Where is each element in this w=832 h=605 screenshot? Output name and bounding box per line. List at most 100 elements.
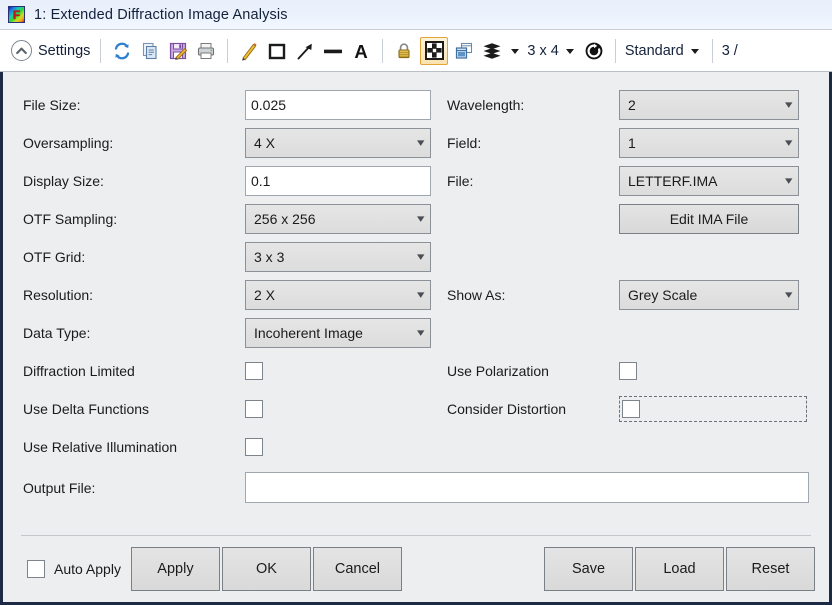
row-data-type: Data Type: Incoherent Image ▾ — [23, 314, 447, 352]
reload-circle-icon[interactable] — [581, 37, 607, 65]
row-use-polarization: Use Polarization — [447, 352, 813, 390]
chevron-up-circle-icon — [11, 40, 32, 61]
row-otf-sampling: OTF Sampling: 256 x 256 ▾ — [23, 200, 447, 238]
cascade-windows-icon[interactable] — [451, 37, 477, 65]
right-column: Wavelength: 2 ▾ Field: 1 ▾ — [447, 86, 813, 428]
label-display-size: Display Size: — [23, 173, 245, 189]
label-consider-distortion: Consider Distortion — [447, 401, 619, 417]
data-type-select[interactable]: Incoherent Image ▾ — [245, 318, 431, 348]
chevron-down-icon: ▾ — [786, 176, 793, 187]
label-oversampling: Oversampling: — [23, 135, 245, 151]
resolution-select[interactable]: 2 X ▾ — [245, 280, 431, 310]
extended-diffraction-image-analysis-window: F 1: Extended Diffraction Image Analysis… — [0, 0, 832, 605]
row-right-spacer — [447, 238, 813, 276]
otf-grid-value: 3 x 3 — [254, 250, 284, 264]
settings-label: Settings — [38, 43, 90, 59]
use-polarization-checkbox[interactable] — [619, 362, 637, 380]
line-icon[interactable] — [320, 37, 346, 65]
label-field: Field: — [447, 135, 619, 151]
dialog-footer: Auto Apply Apply OK Cancel Save Load Res… — [3, 536, 829, 602]
settings-form: File Size: 0.025 Oversampling: 4 X ▾ Dis… — [3, 72, 829, 535]
chevron-down-icon: ▾ — [418, 214, 425, 225]
consider-distortion-focus-outline — [619, 396, 807, 422]
file-select[interactable]: LETTERF.IMA ▾ — [619, 166, 799, 196]
print-icon[interactable] — [193, 37, 219, 65]
row-field: Field: 1 ▾ — [447, 124, 813, 162]
auto-apply-checkbox[interactable] — [27, 560, 45, 578]
oversampling-select[interactable]: 4 X ▾ — [245, 128, 431, 158]
grid-size-dropdown-caret-icon[interactable] — [566, 49, 574, 54]
label-output-file: Output File: — [23, 480, 245, 496]
display-size-input[interactable]: 0.1 — [245, 166, 431, 196]
label-data-type: Data Type: — [23, 325, 245, 341]
layers-dropdown-caret-icon[interactable] — [511, 49, 519, 54]
field-select[interactable]: 1 ▾ — [619, 128, 799, 158]
row-oversampling: Oversampling: 4 X ▾ — [23, 124, 447, 162]
diffraction-limited-checkbox[interactable] — [245, 362, 263, 380]
show-as-value: Grey Scale — [628, 288, 697, 302]
refresh-icon[interactable] — [109, 37, 135, 65]
copy-icon[interactable] — [137, 37, 163, 65]
pencil-icon[interactable] — [236, 37, 262, 65]
chevron-down-icon: ▾ — [418, 328, 425, 339]
row-resolution: Resolution: 2 X ▾ — [23, 276, 447, 314]
cancel-button[interactable]: Cancel — [313, 547, 402, 591]
output-file-input[interactable] — [245, 472, 809, 503]
toolbar-divider — [712, 39, 713, 63]
oversampling-value: 4 X — [254, 136, 275, 150]
lock-icon[interactable] — [391, 37, 417, 65]
row-diffraction-limited: Diffraction Limited — [23, 352, 447, 390]
row-show-as: Show As: Grey Scale ▾ — [447, 276, 813, 314]
chevron-down-icon: ▾ — [786, 290, 793, 301]
dialog-content: File Size: 0.025 Oversampling: 4 X ▾ Dis… — [0, 72, 832, 605]
grid-size-label[interactable]: 3 x 4 — [525, 43, 560, 59]
style-dropdown-caret-icon[interactable] — [691, 49, 699, 54]
save-icon[interactable] — [165, 37, 191, 65]
chevron-down-icon: ▾ — [786, 138, 793, 149]
use-delta-functions-checkbox[interactable] — [245, 400, 263, 418]
label-file-size: File Size: — [23, 97, 245, 113]
consider-distortion-checkbox[interactable] — [622, 400, 640, 418]
wavelength-select[interactable]: 2 ▾ — [619, 90, 799, 120]
apply-button[interactable]: Apply — [131, 547, 220, 591]
label-use-polarization: Use Polarization — [447, 363, 619, 379]
grid-window-icon[interactable] — [420, 37, 448, 65]
ok-button[interactable]: OK — [222, 547, 311, 591]
label-file: File: — [447, 173, 619, 189]
load-button[interactable]: Load — [635, 547, 724, 591]
row-use-delta-functions: Use Delta Functions — [23, 390, 447, 428]
edit-ima-file-button[interactable]: Edit IMA File — [619, 204, 799, 234]
show-as-select[interactable]: Grey Scale ▾ — [619, 280, 799, 310]
label-diffraction-limited: Diffraction Limited — [23, 363, 245, 379]
title-bar: F 1: Extended Diffraction Image Analysis — [0, 0, 832, 30]
resolution-value: 2 X — [254, 288, 275, 302]
field-value: 1 — [628, 136, 636, 150]
file-size-input[interactable]: 0.025 — [245, 90, 431, 120]
window-title: 1: Extended Diffraction Image Analysis — [34, 7, 288, 23]
label-use-delta-functions: Use Delta Functions — [23, 401, 245, 417]
file-value: LETTERF.IMA — [628, 174, 717, 188]
settings-button[interactable]: Settings — [8, 38, 93, 63]
row-display-size: Display Size: 0.1 — [23, 162, 447, 200]
otf-sampling-value: 256 x 256 — [254, 212, 316, 226]
reset-button[interactable]: Reset — [726, 547, 815, 591]
rectangle-icon[interactable] — [264, 37, 290, 65]
otf-sampling-select[interactable]: 256 x 256 ▾ — [245, 204, 431, 234]
arrow-icon[interactable] — [292, 37, 318, 65]
row-edit-ima-file: Edit IMA File — [447, 200, 813, 238]
text-a-icon[interactable]: A — [348, 37, 374, 65]
label-otf-sampling: OTF Sampling: — [23, 211, 245, 227]
toolbar-divider — [100, 39, 101, 63]
otf-grid-select[interactable]: 3 x 3 ▾ — [245, 242, 431, 272]
auto-apply-group: Auto Apply — [27, 560, 121, 578]
row-wavelength: Wavelength: 2 ▾ — [447, 86, 813, 124]
chevron-down-icon: ▾ — [418, 138, 425, 149]
style-label[interactable]: Standard — [623, 43, 686, 59]
save-button[interactable]: Save — [544, 547, 633, 591]
use-relative-illumination-checkbox[interactable] — [245, 438, 263, 456]
row-output-file: Output File: — [23, 472, 813, 503]
layers-icon[interactable] — [479, 37, 505, 65]
page-indicator: 3 / — [720, 43, 740, 59]
label-otf-grid: OTF Grid: — [23, 249, 245, 265]
label-use-relative-illumination: Use Relative Illumination — [23, 439, 245, 455]
